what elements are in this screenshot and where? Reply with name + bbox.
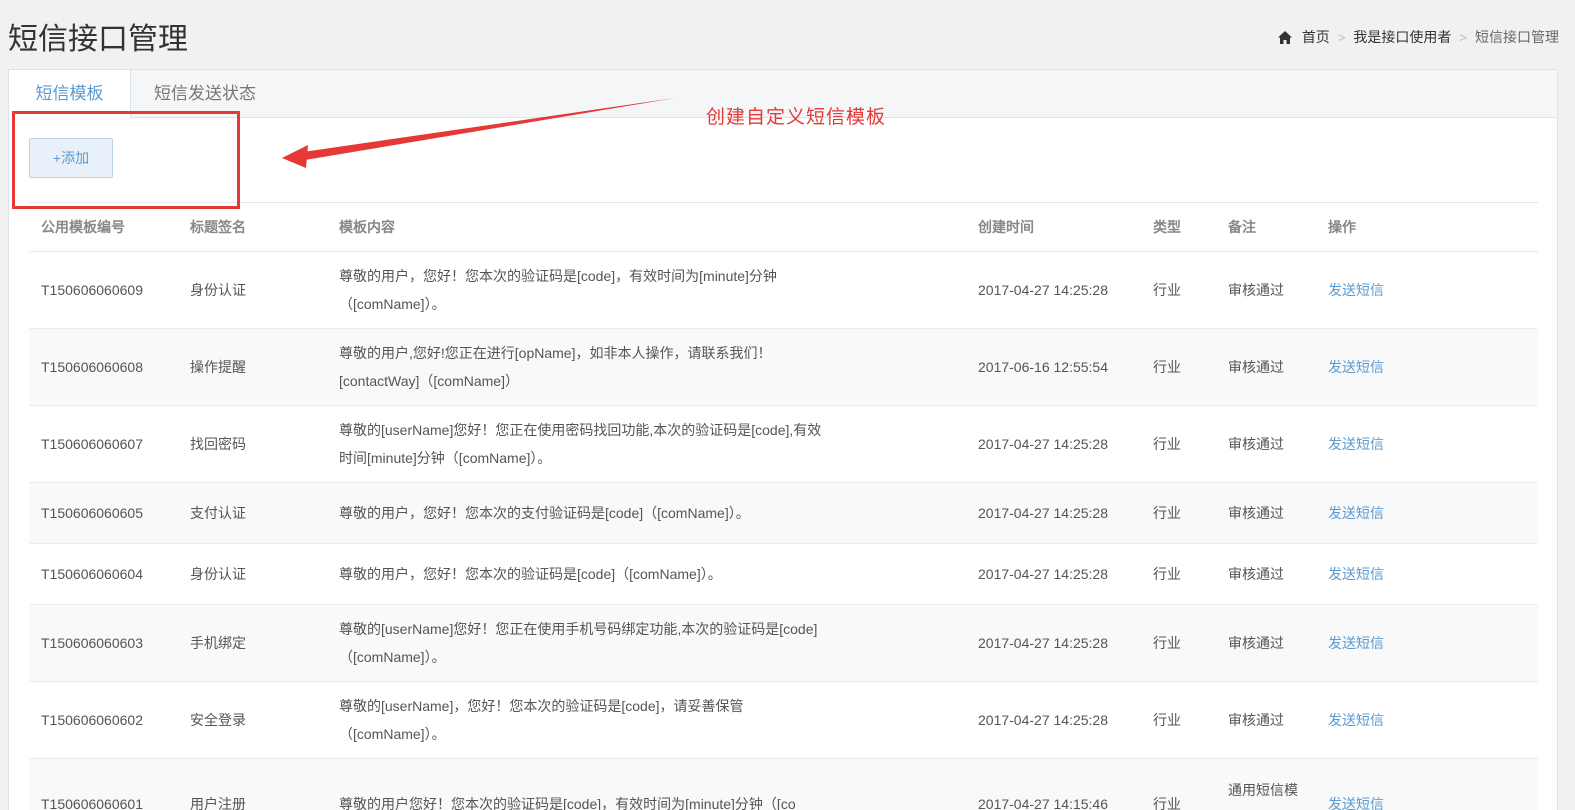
- tab-sms-send-status[interactable]: 短信发送状态: [130, 70, 280, 119]
- table-header-row: 公用模板编号 标题签名 模板内容 创建时间 类型 备注 操作: [29, 202, 1538, 252]
- cell-remark: 审核通过: [1216, 681, 1316, 759]
- cell-id: T150606060609: [29, 251, 178, 329]
- column-header-content: 模板内容: [327, 202, 966, 252]
- table-row: T150606060607 找回密码 尊敬的[userName]您好！您正在使用…: [29, 405, 1538, 483]
- cell-content: 尊敬的用户，您好！您本次的支付验证码是[code]（[comName]）。: [327, 482, 966, 544]
- cell-id: T150606060603: [29, 604, 178, 682]
- table-body: T150606060609 身份认证 尊敬的用户，您好！您本次的验证码是[cod…: [29, 251, 1538, 810]
- cell-title: 用户注册: [178, 758, 327, 810]
- cell-remark: 审核通过: [1216, 251, 1316, 329]
- cell-time: 2017-04-27 14:25:28: [966, 405, 1141, 483]
- cell-time: 2017-04-27 14:25:28: [966, 482, 1141, 544]
- table-row: T150606060602 安全登录 尊敬的[userName]，您好！您本次的…: [29, 681, 1538, 759]
- home-icon: [1277, 30, 1292, 44]
- cell-content: 尊敬的[userName]您好！您正在使用手机号码绑定功能,本次的验证码是[co…: [327, 604, 966, 682]
- cell-id: T150606060601: [29, 758, 178, 810]
- cell-title: 手机绑定: [178, 604, 327, 682]
- cell-remark: 通用短信模板，审核通: [1216, 758, 1316, 810]
- tab-sms-templates[interactable]: 短信模板: [9, 70, 131, 119]
- cell-content: 尊敬的用户，您好！您本次的验证码是[code]（[comName]）。: [327, 543, 966, 605]
- cell-type: 行业: [1141, 604, 1216, 682]
- cell-content: 尊敬的用户,您好!您正在进行[opName]，如非本人操作，请联系我们！[con…: [327, 328, 966, 406]
- send-sms-link[interactable]: 发送短信: [1328, 359, 1384, 375]
- send-sms-link[interactable]: 发送短信: [1328, 436, 1384, 452]
- breadcrumb-separator: >: [1459, 29, 1467, 45]
- breadcrumb-current: 短信接口管理: [1475, 29, 1559, 45]
- column-header-title: 标题签名: [178, 202, 327, 252]
- cell-type: 行业: [1141, 482, 1216, 544]
- cell-title: 身份认证: [178, 251, 327, 329]
- column-header-time: 创建时间: [966, 202, 1141, 252]
- cell-title: 支付认证: [178, 482, 327, 544]
- cell-content: 尊敬的用户，您好！您本次的验证码是[code]，有效时间为[minute]分钟（…: [327, 251, 966, 329]
- table-row: T150606060609 身份认证 尊敬的用户，您好！您本次的验证码是[cod…: [29, 251, 1538, 329]
- breadcrumb-separator: >: [1337, 29, 1346, 45]
- column-header-remark: 备注: [1216, 202, 1316, 252]
- column-header-id: 公用模板编号: [29, 202, 178, 252]
- cell-title: 找回密码: [178, 405, 327, 483]
- cell-remark: 审核通过: [1216, 405, 1316, 483]
- page-header: 短信接口管理 首页 > 我是接口使用者 > 短信接口管理: [0, 0, 1575, 70]
- cell-type: 行业: [1141, 328, 1216, 406]
- table-row: T150606060601 用户注册 尊敬的用户您好！您本次的验证码是[code…: [29, 758, 1538, 810]
- cell-time: 2017-06-16 12:55:54: [966, 328, 1141, 406]
- column-header-type: 类型: [1141, 202, 1216, 252]
- template-table: 公用模板编号 标题签名 模板内容 创建时间 类型 备注 操作 T15060606…: [29, 202, 1538, 810]
- send-sms-link[interactable]: 发送短信: [1328, 796, 1384, 810]
- cell-time: 2017-04-27 14:25:28: [966, 681, 1141, 759]
- cell-remark: 审核通过: [1216, 328, 1316, 406]
- cell-id: T150606060608: [29, 328, 178, 406]
- send-sms-link[interactable]: 发送短信: [1328, 712, 1384, 728]
- cell-content: 尊敬的用户您好！您本次的验证码是[code]，有效时间为[minute]分钟（[…: [327, 758, 966, 810]
- cell-remark: 审核通过: [1216, 482, 1316, 544]
- page-title: 短信接口管理: [8, 23, 188, 56]
- table-row: T150606060604 身份认证 尊敬的用户，您好！您本次的验证码是[cod…: [29, 543, 1538, 605]
- table-row: T150606060605 支付认证 尊敬的用户，您好！您本次的支付验证码是[c…: [29, 482, 1538, 544]
- table-row: T150606060603 手机绑定 尊敬的[userName]您好！您正在使用…: [29, 604, 1538, 682]
- cell-id: T150606060607: [29, 405, 178, 483]
- cell-type: 行业: [1141, 251, 1216, 329]
- breadcrumb-home[interactable]: 首页: [1302, 27, 1330, 47]
- cell-time: 2017-04-27 14:25:28: [966, 543, 1141, 605]
- send-sms-link[interactable]: 发送短信: [1328, 282, 1384, 298]
- cell-time: 2017-04-27 14:15:46: [966, 758, 1141, 810]
- cell-id: T150606060604: [29, 543, 178, 605]
- column-header-action: 操作: [1316, 202, 1538, 252]
- cell-type: 行业: [1141, 543, 1216, 605]
- cell-title: 安全登录: [178, 681, 327, 759]
- cell-content: 尊敬的[userName]您好！您正在使用密码找回功能,本次的验证码是[code…: [327, 405, 966, 483]
- cell-time: 2017-04-27 14:25:28: [966, 251, 1141, 329]
- cell-type: 行业: [1141, 758, 1216, 810]
- breadcrumb-api-user[interactable]: 我是接口使用者: [1353, 27, 1451, 47]
- send-sms-link[interactable]: 发送短信: [1328, 566, 1384, 582]
- add-button[interactable]: +添加: [29, 138, 113, 178]
- cell-title: 身份认证: [178, 543, 327, 605]
- send-sms-link[interactable]: 发送短信: [1328, 635, 1384, 651]
- cell-remark: 审核通过: [1216, 543, 1316, 605]
- send-sms-link[interactable]: 发送短信: [1328, 505, 1384, 521]
- cell-type: 行业: [1141, 681, 1216, 759]
- table-row: T150606060608 操作提醒 尊敬的用户,您好!您正在进行[opName…: [29, 328, 1538, 406]
- breadcrumb: 首页 > 我是接口使用者 > 短信接口管理: [1277, 27, 1559, 47]
- cell-time: 2017-04-27 14:25:28: [966, 604, 1141, 682]
- cell-type: 行业: [1141, 405, 1216, 483]
- cell-remark: 审核通过: [1216, 604, 1316, 682]
- main-panel: 短信模板 短信发送状态 +添加 公用模板编号 标题签名 模板内容 创建时间 类型…: [8, 69, 1558, 810]
- cell-title: 操作提醒: [178, 328, 327, 406]
- cell-id: T150606060602: [29, 681, 178, 759]
- cell-content: 尊敬的[userName]，您好！您本次的验证码是[code]，请妥善保管（[c…: [327, 681, 966, 759]
- cell-id: T150606060605: [29, 482, 178, 544]
- annotation-text: 创建自定义短信模板: [706, 107, 887, 128]
